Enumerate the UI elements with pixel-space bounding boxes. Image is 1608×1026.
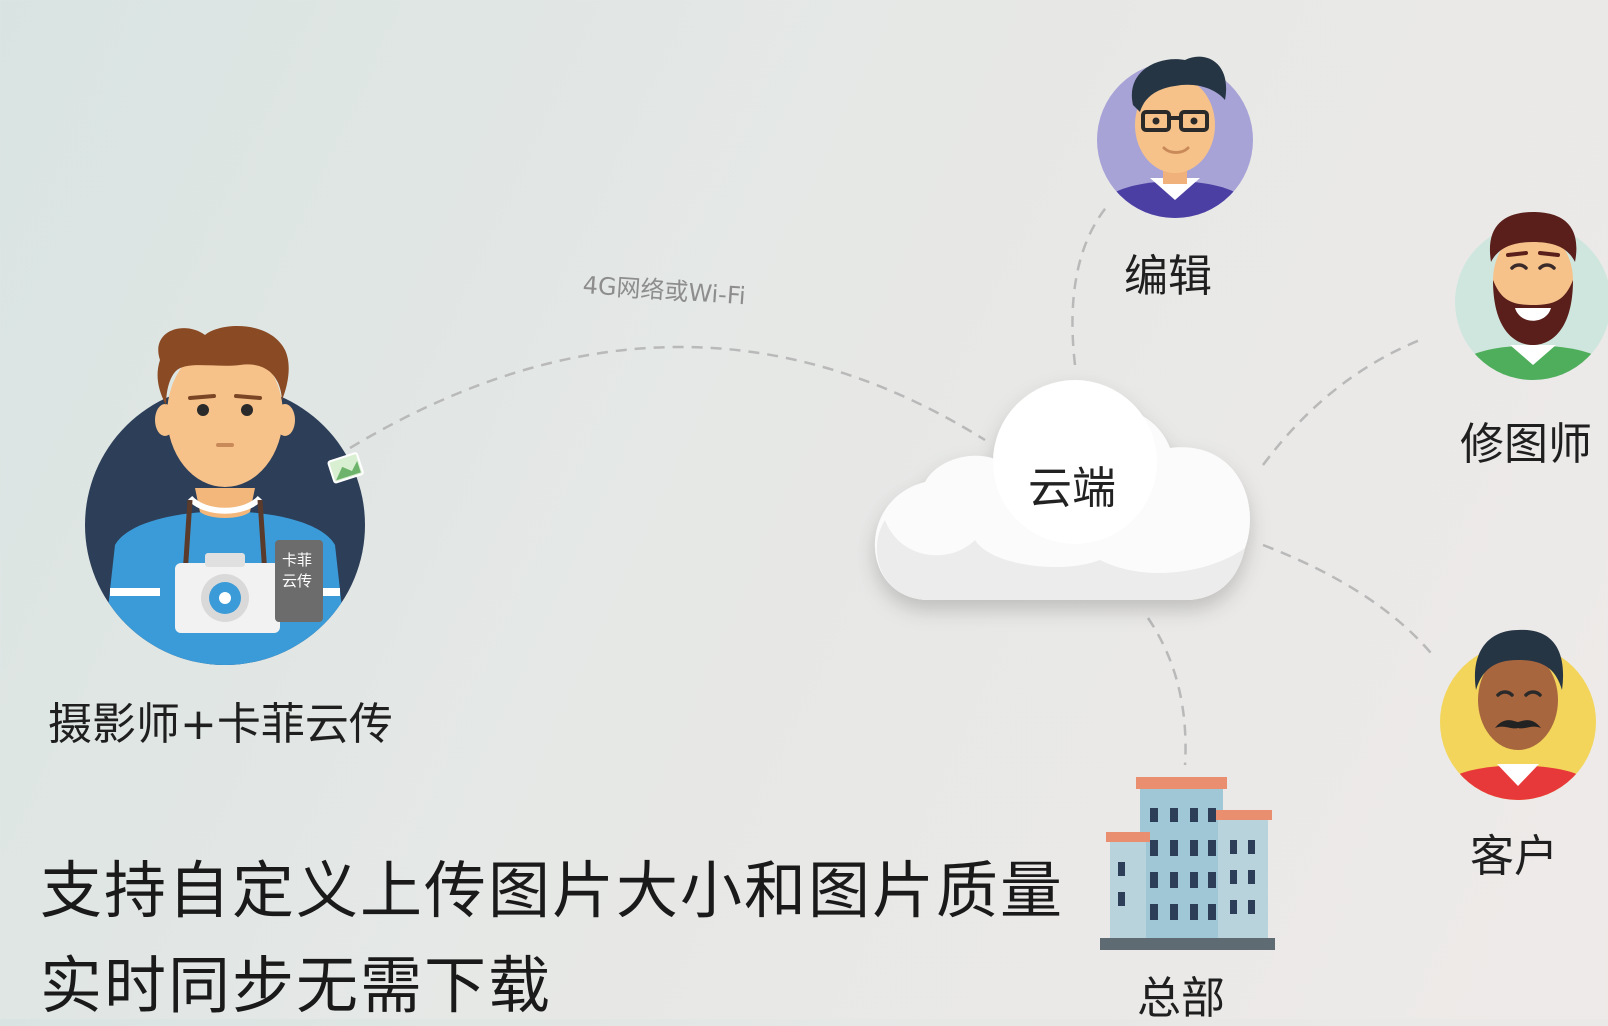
client-avatar [1440,629,1596,800]
connector-cloud-editor [1071,204,1109,366]
retoucher-avatar [1455,212,1608,380]
editor-label: 编辑 [1124,251,1212,302]
caption-line-2: 实时同步无需下载 [40,949,553,1022]
retoucher-label: 修图师 [1460,419,1592,470]
connector-cloud-client [1262,543,1436,659]
cloud-label: 云端 [1028,463,1116,514]
connector-cloud-headquarters [1146,617,1187,766]
device-label-line1: 卡菲 [282,551,312,569]
client-label: 客户 [1470,831,1558,882]
diagram-stage: 卡菲 云传 4G网络或Wi-Fi 云端 摄影师+卡菲云传 编辑 修图师 客户 总… [0,0,1608,1024]
photographer-label: 摄影师+卡菲云传 [48,699,393,750]
photographer-avatar: 卡菲 云传 [85,325,365,665]
caption-line-1: 支持自定义上传图片大小和图片质量 [40,854,1065,927]
editor-avatar [1097,56,1253,218]
device-label-line2: 云传 [282,572,312,590]
connectors [349,204,1436,766]
headquarters-building-icon [1100,777,1275,950]
connector-photographer-cloud [349,345,986,450]
connector-cloud-retoucher [1261,336,1426,466]
headquarters-label: 总部 [1137,973,1225,1024]
